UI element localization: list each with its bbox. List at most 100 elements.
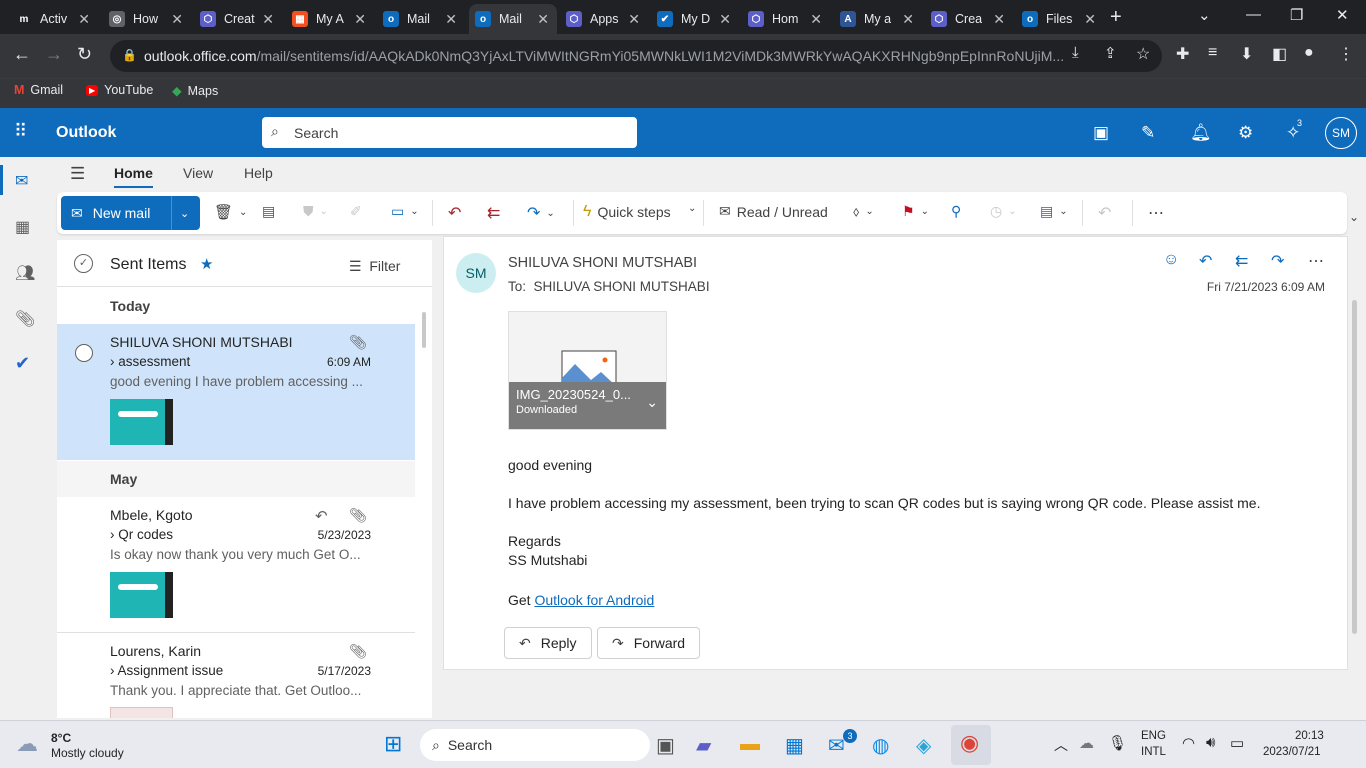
browser-tab[interactable]: ✔ My D ✕ bbox=[651, 4, 739, 34]
star-icon[interactable]: ☆ bbox=[1136, 44, 1150, 64]
calendar-icon[interactable]: ▦ bbox=[15, 217, 30, 237]
close-icon[interactable]: ✕ bbox=[1084, 11, 1096, 28]
favorite-star-icon[interactable]: ★ bbox=[200, 255, 213, 273]
notes-icon[interactable]: ✎ bbox=[1141, 123, 1155, 143]
move-to-icon[interactable]: ▭ ⌄ bbox=[391, 203, 419, 220]
forward-icon[interactable]: ↷ ⌄ bbox=[527, 203, 555, 223]
close-icon[interactable]: ✕ bbox=[445, 11, 457, 28]
list-item[interactable]: Lourens, Karin 📎︎ › Assignment issue 5/1… bbox=[57, 633, 415, 718]
microphone-icon[interactable]: 🎙︎ bbox=[1108, 734, 1127, 752]
bookmark-maps[interactable]: ◆ Maps bbox=[172, 83, 218, 99]
close-icon[interactable]: ✕ bbox=[171, 11, 183, 28]
browser-tab[interactable]: o Files ✕ bbox=[1016, 4, 1104, 34]
close-icon[interactable]: ✕ bbox=[810, 11, 822, 28]
reload-icon[interactable]: ↻ bbox=[77, 44, 92, 65]
more-options-icon[interactable]: ⋯ bbox=[1148, 203, 1164, 223]
restore-icon[interactable]: ❐ bbox=[1290, 6, 1303, 24]
reply-icon[interactable]: ↶ bbox=[1199, 251, 1212, 271]
media-icon[interactable]: ≡ bbox=[1208, 44, 1217, 62]
close-window-icon[interactable]: ✕ bbox=[1336, 6, 1349, 24]
attachment-thumbnail[interactable] bbox=[110, 707, 173, 718]
profile-icon[interactable]: ● bbox=[1304, 44, 1314, 62]
chevron-down-icon[interactable]: ⌄ bbox=[688, 203, 696, 214]
people-icon[interactable]: 👥︎ bbox=[15, 263, 35, 283]
forward-icon[interactable]: → bbox=[45, 44, 63, 65]
new-tab-icon[interactable]: + bbox=[1110, 6, 1122, 29]
windows-start-icon[interactable]: ⊞ bbox=[384, 731, 402, 757]
close-icon[interactable]: ✕ bbox=[993, 11, 1005, 28]
reading-scrollbar[interactable] bbox=[1352, 300, 1357, 634]
gear-icon[interactable]: ⚙ bbox=[1238, 123, 1253, 143]
filter-button[interactable]: ☰ Filter bbox=[349, 258, 400, 275]
close-icon[interactable]: ✕ bbox=[354, 11, 366, 28]
browser-tab[interactable]: ◎ How ✕ bbox=[103, 4, 191, 34]
archive-icon[interactable]: ▤ bbox=[262, 203, 275, 220]
bookmark-gmail[interactable]: M Gmail bbox=[14, 83, 63, 97]
tab-view[interactable]: View bbox=[183, 165, 213, 181]
mail-icon[interactable]: ✉ bbox=[15, 171, 28, 191]
chevron-down-icon[interactable]: ⌄ bbox=[646, 394, 658, 411]
ribbon-expand-icon[interactable]: ⌄ bbox=[1349, 210, 1359, 224]
taskbar-search[interactable]: ⌕ Search bbox=[420, 729, 650, 761]
reply-button[interactable]: ↶ Reply bbox=[504, 627, 592, 659]
weather-cloud-icon[interactable]: ☁ bbox=[16, 731, 38, 757]
tab-help[interactable]: Help bbox=[244, 165, 273, 181]
clock-time[interactable]: 20:13 bbox=[1295, 730, 1324, 742]
weather-desc[interactable]: Mostly cloudy bbox=[51, 746, 124, 760]
item-checkbox[interactable] bbox=[75, 344, 93, 362]
onedrive-icon[interactable]: ☁ bbox=[1079, 734, 1094, 752]
browser-tab[interactable]: ⬡ Crea ✕ bbox=[925, 4, 1013, 34]
close-icon[interactable]: ✕ bbox=[628, 11, 640, 28]
forward-icon[interactable]: ↷ bbox=[1271, 251, 1284, 271]
attachment-card[interactable]: IMG_20230524_0... Downloaded ⌄ bbox=[508, 311, 667, 430]
list-scrollbar[interactable] bbox=[420, 288, 428, 718]
browser-tab[interactable]: m Activ ✕ bbox=[10, 4, 98, 34]
download-icon[interactable]: ⬇ bbox=[1240, 44, 1253, 64]
file-explorer-icon[interactable]: ▬ bbox=[740, 733, 760, 756]
browser-tab[interactable]: A My a ✕ bbox=[834, 4, 922, 34]
pin-icon[interactable]: ⚲ bbox=[951, 203, 961, 220]
close-icon[interactable]: ✕ bbox=[902, 11, 914, 28]
tab-search-icon[interactable]: ⌄ bbox=[1198, 6, 1211, 24]
menu-icon[interactable]: ⋮ bbox=[1338, 44, 1354, 64]
weather-temp[interactable]: 8°C bbox=[51, 731, 71, 745]
reply-all-icon[interactable]: ⇇ bbox=[487, 203, 500, 223]
app-launcher-icon[interactable]: ⠿ bbox=[14, 121, 27, 142]
browser-tab[interactable]: ▦ My A ✕ bbox=[286, 4, 374, 34]
browser-tab[interactable]: ⬡ Creat ✕ bbox=[194, 4, 282, 34]
battery-icon[interactable]: ▭ bbox=[1230, 734, 1244, 752]
search-input[interactable]: ⌕ Search bbox=[262, 117, 637, 148]
todo-icon[interactable]: ✔ bbox=[15, 353, 30, 374]
rules-icon[interactable]: ▤ ⌄ bbox=[1040, 203, 1068, 220]
bell-icon[interactable]: 🔔︎ bbox=[1190, 123, 1212, 143]
more-actions-icon[interactable]: ⋯ bbox=[1308, 251, 1324, 271]
close-icon[interactable]: ✕ bbox=[719, 11, 731, 28]
edge-icon[interactable]: ◍ bbox=[872, 733, 889, 758]
chevron-down-icon[interactable]: ⌄ bbox=[180, 207, 189, 220]
list-item[interactable]: SHILUVA SHONI MUTSHABI 📎︎ › assessment 6… bbox=[57, 324, 415, 460]
address-bar[interactable]: 🔒 outlook.office.com/mail/sentitems/id/A… bbox=[110, 40, 1162, 72]
volume-icon[interactable]: 🔊︎ bbox=[1206, 734, 1215, 751]
extensions-icon[interactable]: ✚ bbox=[1176, 44, 1189, 64]
bookmark-youtube[interactable]: ▶ YouTube bbox=[86, 83, 153, 97]
wifi-icon[interactable]: ◠ bbox=[1182, 734, 1195, 752]
back-icon[interactable]: ← bbox=[13, 44, 31, 65]
outlook-android-link[interactable]: Outlook for Android bbox=[534, 592, 654, 608]
teams-icon[interactable]: ▣ bbox=[1093, 123, 1109, 143]
reply-icon[interactable]: ↶ bbox=[448, 203, 461, 223]
minimize-icon[interactable]: — bbox=[1246, 6, 1261, 23]
sidepanel-icon[interactable]: ◧ bbox=[1272, 44, 1287, 64]
tag-icon[interactable]: ⬨ ⌄ bbox=[853, 203, 874, 220]
tab-home[interactable]: Home bbox=[114, 165, 153, 188]
new-mail-button[interactable]: ✉ New mail ⌄ bbox=[61, 196, 200, 230]
chrome-icon[interactable]: ◉ bbox=[960, 730, 979, 756]
select-all-checkbox[interactable]: ✓ bbox=[74, 254, 93, 273]
hamburger-icon[interactable]: ☰ bbox=[70, 164, 85, 184]
language-code[interactable]: ENG bbox=[1141, 730, 1166, 742]
close-icon[interactable]: ✕ bbox=[262, 11, 274, 28]
reply-all-icon[interactable]: ⇇ bbox=[1235, 251, 1248, 271]
store-icon[interactable]: ▦ bbox=[785, 733, 804, 758]
close-icon[interactable]: ✕ bbox=[537, 11, 549, 28]
sender-name[interactable]: SHILUVA SHONI MUTSHABI bbox=[508, 255, 697, 271]
browser-tab[interactable]: o Mail ✕ bbox=[469, 4, 557, 34]
